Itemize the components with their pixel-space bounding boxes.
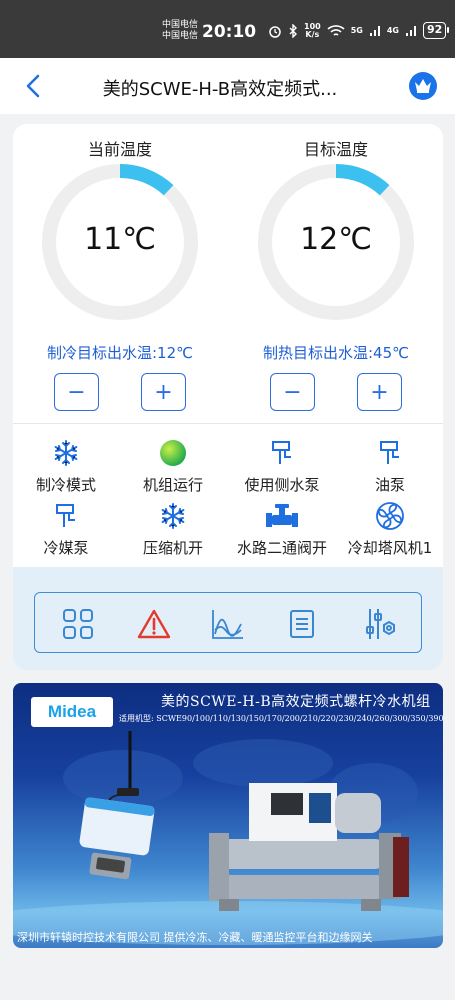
heating-plus-button[interactable]: + <box>357 373 402 411</box>
target-temp-label: 目标温度 <box>303 140 368 159</box>
alarm-clock-icon <box>269 25 281 38</box>
bluetooth-icon <box>289 23 297 38</box>
status-bar: 中国电信 中国电信 20:10 100 K/s 5G 4G 92 <box>0 0 455 58</box>
banner-footer: 深圳市轩辕时控技术有限公司 提供冷冻、冷藏、暖通监控平台和边缘网关 <box>17 931 373 944</box>
status-unit-running: 机组运行 <box>118 438 228 495</box>
carrier-labels: 中国电信 中国电信 <box>162 20 198 42</box>
nav-bar: 美的SCWE-H-B高效定频式... <box>0 58 455 114</box>
fan-icon <box>376 502 404 530</box>
status-user-side-pump: 使用侧水泵 <box>227 438 337 495</box>
status-cooling-mode: 制冷模式 <box>13 438 121 495</box>
banner-models: 适用机型: SCWE90/100/110/130/150/170/200/210… <box>119 714 443 723</box>
alarm-icon <box>137 609 171 639</box>
divider <box>13 423 443 424</box>
status-compressor-on: 压缩机开 <box>118 501 228 558</box>
status-label: 机组运行 <box>142 476 203 494</box>
status-label: 冷却塔风机1 <box>347 539 433 557</box>
quick-action-bar <box>34 592 422 653</box>
list-icon <box>290 610 314 638</box>
alarm-button[interactable] <box>137 607 171 641</box>
carrier-2: 中国电信 <box>162 31 199 41</box>
current-temp-value: 11℃ <box>84 222 156 257</box>
snowflake-icon <box>54 440 78 466</box>
status-two-way-valve-open: 水路二通阀开 <box>227 501 337 558</box>
chevron-left-icon <box>26 74 40 98</box>
wifi-icon <box>327 24 345 36</box>
heating-minus-button[interactable]: − <box>270 373 315 411</box>
settings-button[interactable] <box>363 607 397 641</box>
banner-title: 美的SCWE-H-B高效定频式螺杆冷水机组 <box>161 694 431 710</box>
list-button[interactable] <box>285 607 319 641</box>
target-temp-value: 12℃ <box>300 222 372 257</box>
status-label: 制冷模式 <box>35 476 96 494</box>
network-2-label: 4G <box>386 26 399 35</box>
status-cooling-tower-fan-1: 冷却塔风机1 <box>335 501 443 558</box>
product-banner[interactable]: Midea 美的SCWE-H-B高效定频式螺杆冷水机组 适用机型: SCWE90… <box>13 683 443 948</box>
green-dot-icon <box>160 440 186 466</box>
pump-icon <box>272 441 291 464</box>
control-card: 当前温度 目标温度 11℃ 12℃ 制冷目标出水温:12℃ 制热目标出水温:45… <box>13 124 443 670</box>
status-label: 油泵 <box>374 476 405 494</box>
battery-indicator: 92 <box>422 22 450 39</box>
dashboard-button[interactable] <box>61 607 95 641</box>
chart-button[interactable] <box>211 607 245 641</box>
status-label: 压缩机开 <box>142 539 203 557</box>
logo-text: Midea <box>47 702 97 721</box>
status-label: 冷媒泵 <box>43 539 89 557</box>
grid-icon <box>63 609 93 639</box>
speed-unit: K/s <box>305 29 320 39</box>
status-label: 水路二通阀开 <box>236 539 327 557</box>
status-oil-pump: 油泵 <box>335 438 443 495</box>
back-button[interactable] <box>22 72 46 100</box>
heating-target-text: 制热目标出水温:45℃ <box>263 344 409 362</box>
snowflake-icon <box>161 503 185 529</box>
signal-icon <box>369 25 380 36</box>
carrier-1: 中国电信 <box>162 20 199 30</box>
network-1-label: 5G <box>350 26 363 35</box>
clock: 20:10 <box>202 22 257 42</box>
chart-icon <box>212 610 243 639</box>
status-icons: 100 K/s 5G 4G 92 <box>268 22 450 39</box>
page-title: 美的SCWE-H-B高效定频式... <box>102 79 338 100</box>
settings-sliders-icon <box>366 609 395 639</box>
network-speed: 100 K/s <box>304 22 321 39</box>
current-temp-label: 当前温度 <box>87 140 152 159</box>
status-refrigerant-pump: 冷媒泵 <box>13 501 121 558</box>
signal-icon <box>405 25 416 36</box>
midea-logo: Midea <box>31 697 113 727</box>
cooling-minus-button[interactable]: − <box>54 373 99 411</box>
cooling-plus-button[interactable]: + <box>141 373 186 411</box>
pump-icon <box>380 441 399 464</box>
cooling-target-text: 制冷目标出水温:12℃ <box>47 344 193 362</box>
vip-crown-button[interactable] <box>409 72 437 100</box>
valve-icon <box>266 504 298 527</box>
pump-icon <box>56 504 75 527</box>
crown-icon <box>415 79 431 93</box>
status-label: 使用侧水泵 <box>244 476 320 494</box>
